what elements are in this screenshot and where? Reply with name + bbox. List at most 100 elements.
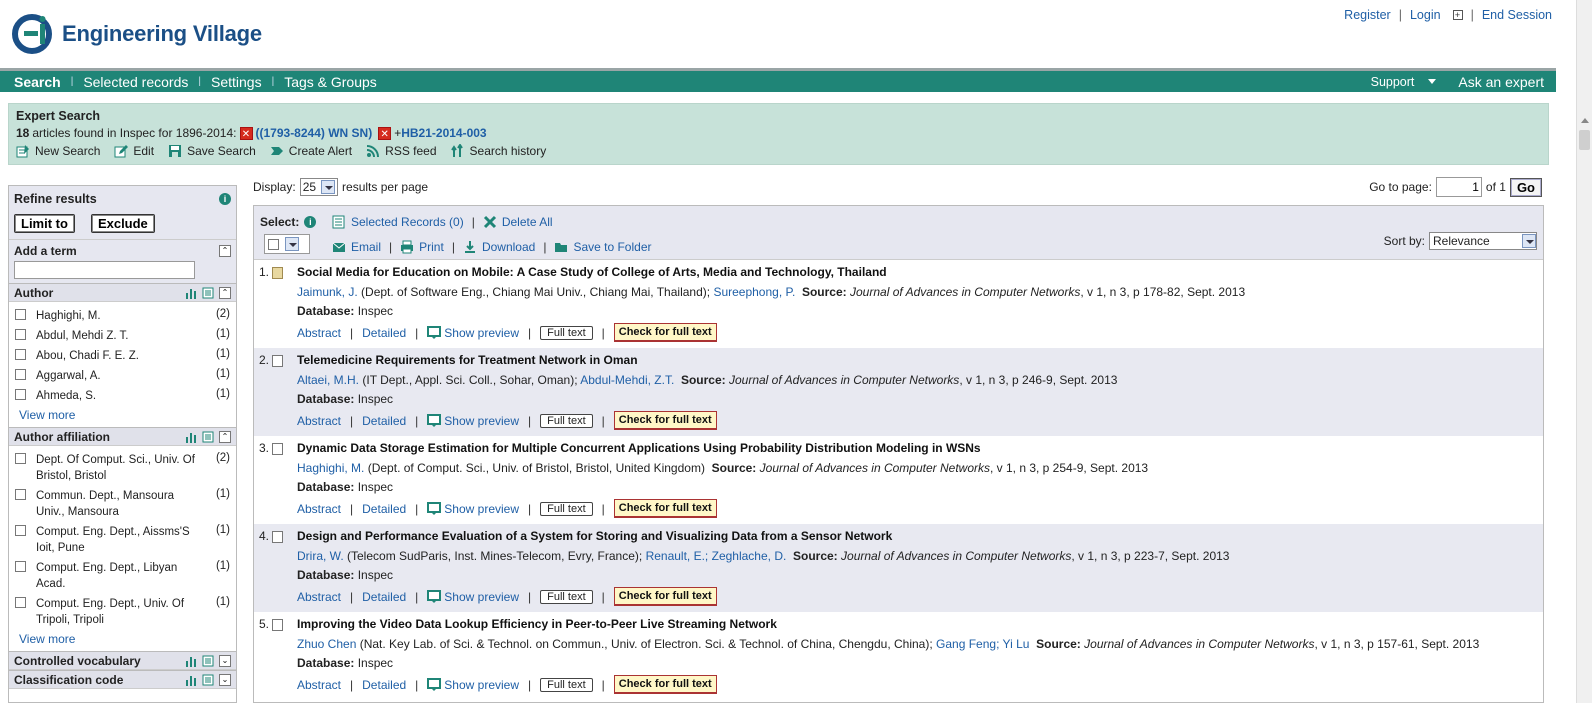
remove-term-icon[interactable]: ✕ — [378, 126, 392, 140]
author-link[interactable]: Renault, E.; — [646, 549, 709, 563]
record-title[interactable]: Design and Performance Evaluation of a S… — [297, 529, 1543, 543]
facet-item[interactable]: Dept. Of Comput. Sci., Univ. Of Bristol,… — [15, 450, 230, 486]
check-full-text-button[interactable]: Check for full text — [613, 675, 717, 694]
record-checkbox[interactable] — [272, 530, 284, 543]
nav-tags-groups[interactable]: Tags & Groups — [274, 74, 387, 90]
export-icon[interactable] — [202, 431, 214, 443]
detailed-link[interactable]: Detailed — [362, 414, 406, 428]
end-session-link[interactable]: End Session — [1482, 8, 1552, 22]
facet-checkbox[interactable] — [15, 561, 26, 572]
detailed-link[interactable]: Detailed — [362, 326, 406, 340]
show-preview-link[interactable]: Show preview — [427, 589, 519, 604]
facet-checkbox[interactable] — [15, 309, 26, 320]
full-text-button[interactable]: Full text — [540, 325, 593, 340]
facet-checkbox[interactable] — [15, 349, 26, 360]
record-title[interactable]: Dynamic Data Storage Estimation for Mult… — [297, 441, 1543, 455]
select-all-checkbox[interactable] — [268, 238, 279, 250]
record-checkbox[interactable] — [272, 618, 284, 631]
abstract-link[interactable]: Abstract — [297, 678, 341, 692]
full-text-button[interactable]: Full text — [540, 589, 593, 604]
facet-checkbox[interactable] — [15, 489, 26, 500]
record-checkbox[interactable] — [272, 442, 284, 455]
export-icon[interactable] — [202, 655, 214, 667]
page-number-input[interactable] — [1435, 177, 1482, 197]
author-link[interactable]: Altaei, M.H. — [297, 373, 359, 387]
login-link[interactable]: Login — [1410, 8, 1441, 22]
check-full-text-button[interactable]: Check for full text — [613, 587, 717, 606]
download-button[interactable]: Download — [463, 240, 535, 254]
facet-checkbox[interactable] — [15, 329, 26, 340]
nav-ask-expert[interactable]: Ask an expert — [1458, 74, 1556, 90]
chart-icon[interactable] — [185, 655, 197, 667]
info-icon[interactable]: i — [219, 193, 231, 205]
record-title[interactable]: Telemedicine Requirements for Treatment … — [297, 353, 1543, 367]
export-icon[interactable] — [202, 287, 214, 299]
new-search-button[interactable]: New Search — [16, 144, 100, 158]
register-link[interactable]: Register — [1344, 8, 1391, 22]
facet-controlled-header[interactable]: Controlled vocabulary ⌄ — [9, 651, 236, 670]
show-preview-link[interactable]: Show preview — [427, 677, 519, 692]
save-to-folder-button[interactable]: Save to Folder — [554, 240, 652, 254]
author-link[interactable]: Gang Feng; — [936, 637, 999, 651]
detailed-link[interactable]: Detailed — [362, 502, 406, 516]
chart-icon[interactable] — [185, 431, 197, 443]
facet-item[interactable]: Commun. Dept., Mansoura Univ., Mansoura(… — [15, 486, 230, 522]
email-button[interactable]: Email — [332, 240, 381, 254]
facet-item[interactable]: Comput. Eng. Dept., Libyan Acad. (1) — [15, 558, 230, 594]
nav-support[interactable]: Support — [1371, 75, 1421, 89]
delete-all-button[interactable]: Delete All — [483, 215, 553, 229]
record-checkbox[interactable] — [272, 266, 284, 279]
create-alert-button[interactable]: Create Alert — [270, 144, 352, 158]
author-link[interactable]: Jaimunk, J. — [297, 285, 358, 299]
author-link[interactable]: Yi Lu — [1003, 637, 1030, 651]
author-link[interactable]: Drira, W. — [297, 549, 344, 563]
check-full-text-button[interactable]: Check for full text — [613, 499, 717, 518]
search-term-1[interactable]: ((1793-8244) WN SN) — [256, 126, 373, 140]
vertical-scrollbar[interactable] — [1576, 0, 1592, 703]
facet-item[interactable]: Aggarwal, A. (1) — [15, 366, 230, 386]
record-checkbox[interactable] — [272, 354, 284, 367]
facet-item[interactable]: Comput. Eng. Dept., Univ. Of Tripoli, Tr… — [15, 594, 230, 630]
search-term-2[interactable]: HB21-2014-003 — [401, 126, 486, 140]
facet-checkbox[interactable] — [15, 369, 26, 380]
expand-icon[interactable]: ⌄ — [219, 673, 231, 686]
facet-checkbox[interactable] — [15, 597, 26, 608]
record-title[interactable]: Social Media for Education on Mobile: A … — [297, 265, 1543, 279]
collapse-icon[interactable]: ⌃ — [219, 245, 231, 257]
view-more-affiliations-link[interactable]: View more — [15, 630, 230, 649]
chart-icon[interactable] — [185, 287, 197, 299]
facet-item[interactable]: Ahmeda, S. (1) — [15, 386, 230, 406]
add-term-input[interactable] — [14, 261, 195, 279]
abstract-link[interactable]: Abstract — [297, 502, 341, 516]
nav-settings[interactable]: Settings — [201, 74, 272, 90]
facet-item[interactable]: Abou, Chadi F. E. Z. (1) — [15, 346, 230, 366]
author-link[interactable]: Haghighi, M. — [297, 461, 364, 475]
results-per-page-select[interactable]: 25 — [299, 178, 339, 196]
scroll-thumb[interactable] — [1579, 130, 1590, 150]
full-text-button[interactable]: Full text — [540, 677, 593, 692]
nav-selected-records[interactable]: Selected records — [73, 74, 198, 90]
author-link[interactable]: Sureephong, P. — [713, 285, 795, 299]
full-text-button[interactable]: Full text — [540, 501, 593, 516]
abstract-link[interactable]: Abstract — [297, 326, 341, 340]
chart-icon[interactable] — [185, 674, 197, 686]
dropdown-arrow-icon[interactable] — [1522, 234, 1536, 248]
selected-records-link[interactable]: Selected Records (0) — [332, 215, 464, 229]
save-search-button[interactable]: Save Search — [168, 144, 256, 158]
print-button[interactable]: Print — [400, 240, 444, 254]
search-history-button[interactable]: Search history — [450, 144, 546, 158]
abstract-link[interactable]: Abstract — [297, 590, 341, 604]
check-full-text-button[interactable]: Check for full text — [613, 323, 717, 342]
facet-item[interactable]: Haghighi, M. (2) — [15, 306, 230, 326]
edit-search-button[interactable]: Edit — [114, 144, 154, 158]
record-title[interactable]: Improving the Video Data Lookup Efficien… — [297, 617, 1543, 631]
support-dropdown-icon[interactable] — [1428, 79, 1437, 84]
show-preview-link[interactable]: Show preview — [427, 501, 519, 516]
facet-checkbox[interactable] — [15, 453, 26, 464]
abstract-link[interactable]: Abstract — [297, 414, 341, 428]
collapse-icon[interactable]: ⌃ — [219, 430, 231, 443]
expand-icon[interactable]: ⌄ — [219, 654, 231, 667]
check-full-text-button[interactable]: Check for full text — [613, 411, 717, 430]
dropdown-arrow-icon[interactable] — [321, 180, 336, 194]
author-link[interactable]: Abdul-Mehdi, Z.T. — [580, 373, 674, 387]
